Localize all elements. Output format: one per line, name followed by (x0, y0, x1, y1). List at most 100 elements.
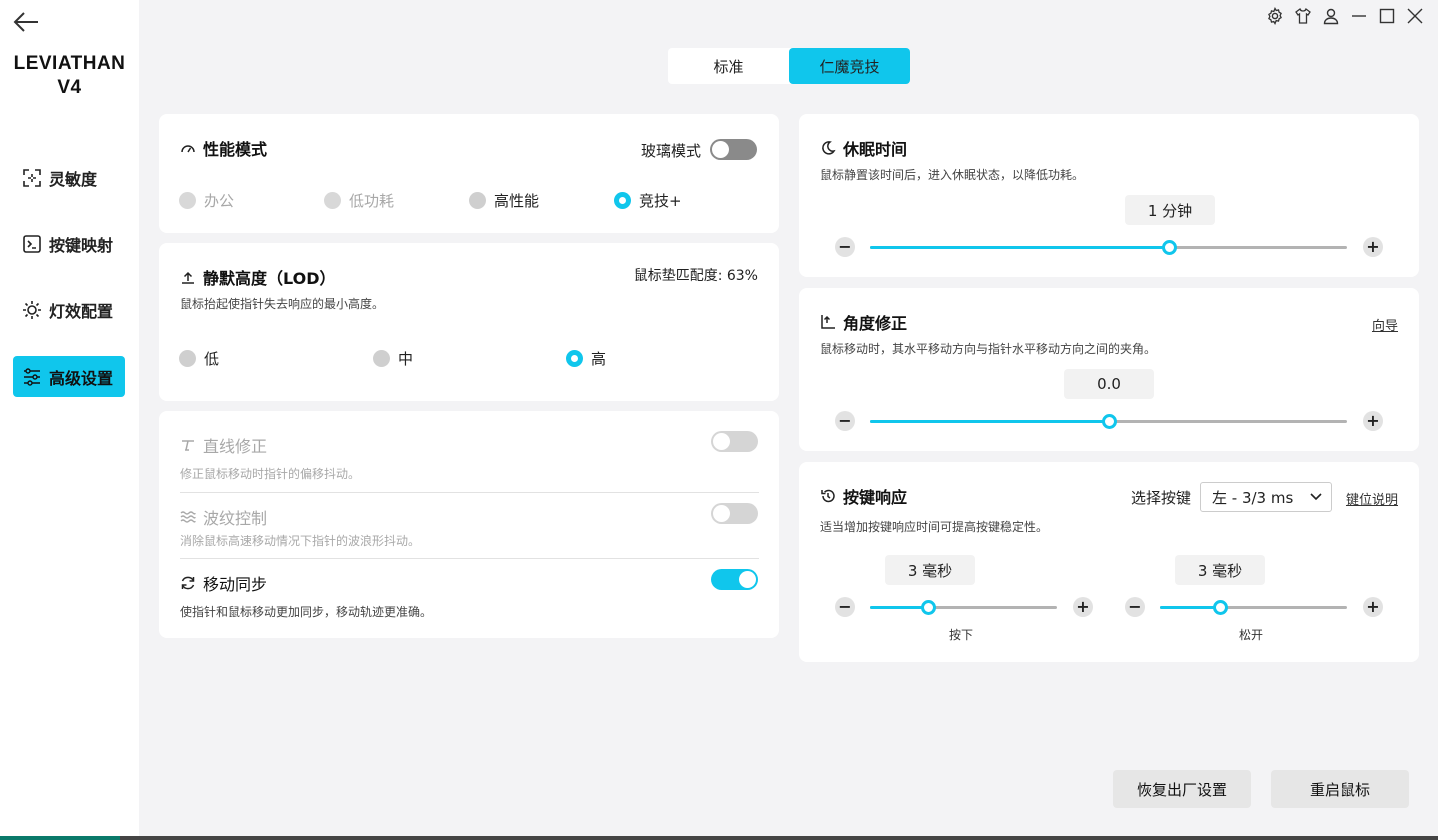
slider-knob[interactable] (1101, 414, 1117, 429)
motion-sync-title: 移动同步 (180, 571, 267, 595)
tab-competitive[interactable]: 仁魔竞技 (789, 48, 910, 84)
taskbar-accent (0, 836, 120, 840)
sleep-increase-button[interactable]: + (1363, 237, 1383, 257)
mousepad-match: 鼠标垫匹配度: 63% (633, 268, 758, 284)
sleep-card: 休眠时间 鼠标静置该时间后，进入休眠状态，以降低功耗。 1 分钟 − + (799, 114, 1419, 277)
press-decrease-button[interactable]: − (835, 597, 855, 617)
minimize-icon[interactable] (1350, 7, 1368, 25)
press-slider[interactable] (870, 600, 1057, 615)
chevron-down-icon (1310, 493, 1322, 501)
lod-title-text: 静默高度（LOD） (203, 269, 336, 288)
nav-label: 灵敏度 (49, 169, 98, 189)
perf-option-office[interactable]: 办公 (179, 190, 234, 211)
angle-decrease-button[interactable]: − (835, 411, 855, 431)
key-description-link[interactable]: 键位说明 (1346, 489, 1398, 508)
angle-title-text: 角度修正 (843, 314, 908, 333)
history-clock-icon (821, 489, 835, 503)
sidebar: LEVIATHAN V4 灵敏度 按键映射 灯效配置 高级设置 (0, 0, 139, 840)
restart-mouse-button[interactable]: 重启鼠标 (1271, 770, 1409, 808)
sleep-decrease-button[interactable]: − (835, 237, 855, 257)
gear-icon[interactable] (1266, 7, 1284, 25)
maximize-icon[interactable] (1378, 7, 1396, 25)
speedometer-icon (181, 145, 195, 153)
taskbar-edge (0, 836, 1438, 840)
perf-option-label: 高性能 (494, 192, 540, 210)
motion-sync-desc: 使指针和鼠标移动更加同步，移动轨迹更准确。 (180, 605, 433, 619)
release-slider[interactable] (1160, 600, 1347, 615)
sensitivity-icon (23, 168, 41, 187)
lod-card: 静默高度（LOD） 鼠标垫匹配度: 63% 鼠标抬起使指针失去响应的最小高度。 … (159, 243, 779, 401)
moon-icon (822, 141, 836, 155)
light-icon (23, 300, 41, 319)
sleep-slider[interactable] (870, 240, 1347, 255)
press-value: 3 毫秒 (885, 555, 975, 585)
release-decrease-button[interactable]: − (1125, 597, 1145, 617)
slider-fill (1160, 606, 1220, 609)
angle-guide-link[interactable]: 向导 (1372, 315, 1398, 334)
nav-label: 按键映射 (49, 235, 114, 255)
slider-knob[interactable] (920, 600, 936, 615)
ripple-title-text: 波纹控制 (203, 509, 268, 528)
lod-option-high[interactable]: 高 (566, 348, 606, 369)
sleep-title: 休眠时间 (820, 136, 907, 160)
angle-card: 角度修正 向导 鼠标移动时，其水平移动方向与指针水平移动方向之间的夹角。 0.0… (799, 288, 1419, 451)
lod-option-label: 低 (204, 350, 220, 368)
nav-label: 高级设置 (49, 368, 114, 388)
keymap-icon (23, 234, 41, 253)
window-controls (1256, 6, 1424, 26)
release-value: 3 毫秒 (1175, 555, 1265, 585)
tab-standard[interactable]: 标准 (668, 48, 789, 84)
ripple-desc: 消除鼠标高速移动情况下指针的波浪形抖动。 (180, 534, 421, 548)
sleep-title-text: 休眠时间 (843, 140, 908, 159)
key-select-value: 左 - 3/3 ms (1212, 488, 1294, 507)
divider (180, 558, 759, 559)
perf-option-label: 竞技+ (639, 192, 682, 210)
nav-advanced-settings[interactable]: 高级设置 (13, 356, 125, 397)
press-increase-button[interactable]: + (1073, 597, 1093, 617)
slider-knob[interactable] (1162, 240, 1178, 255)
angle-desc: 鼠标移动时，其水平移动方向与指针水平移动方向之间的夹角。 (820, 342, 1157, 356)
perf-option-competitive-plus[interactable]: 竞技+ (614, 190, 682, 211)
sync-icon (181, 576, 195, 590)
lod-desc: 鼠标抬起使指针失去响应的最小高度。 (180, 297, 385, 311)
nav-lighting[interactable]: 灯效配置 (13, 289, 125, 330)
key-select-dropdown[interactable]: 左 - 3/3 ms (1200, 482, 1332, 512)
response-title-text: 按键响应 (843, 488, 908, 507)
straight-title: 直线修正 (180, 433, 267, 457)
factory-reset-button[interactable]: 恢复出厂设置 (1113, 770, 1251, 808)
lod-option-low[interactable]: 低 (179, 348, 219, 369)
slider-knob[interactable] (1212, 600, 1228, 615)
shirt-icon[interactable] (1294, 7, 1312, 25)
nav-keymap[interactable]: 按键映射 (13, 223, 125, 264)
radio-dot (179, 192, 196, 209)
nav-sensitivity[interactable]: 灵敏度 (13, 157, 125, 198)
mode-tabs: 标准 仁魔竞技 (668, 48, 910, 84)
angle-increase-button[interactable]: + (1363, 411, 1383, 431)
sleep-value: 1 分钟 (1125, 195, 1215, 225)
motion-sync-title-text: 移动同步 (203, 575, 268, 594)
angle-slider[interactable] (870, 414, 1347, 429)
lod-option-label: 中 (398, 350, 414, 368)
close-icon[interactable] (1406, 7, 1424, 25)
radio-dot (373, 350, 390, 367)
glass-mode-toggle[interactable] (710, 139, 757, 160)
lod-option-mid[interactable]: 中 (373, 348, 413, 369)
performance-title: 性能模式 (180, 136, 267, 160)
release-increase-button[interactable]: + (1363, 597, 1383, 617)
back-arrow-icon[interactable] (12, 10, 40, 34)
lod-title: 静默高度（LOD） (180, 265, 336, 289)
user-icon[interactable] (1322, 7, 1340, 25)
perf-option-label: 低功耗 (349, 192, 395, 210)
motion-sync-toggle[interactable] (711, 569, 758, 590)
upload-height-icon (182, 271, 194, 284)
straight-toggle[interactable] (711, 431, 758, 452)
product-name-line1: LEVIATHAN (13, 53, 126, 74)
radio-dot (566, 350, 583, 367)
slider-fill (870, 420, 1109, 423)
ripple-toggle[interactable] (711, 503, 758, 524)
perf-option-low-power[interactable]: 低功耗 (324, 190, 394, 211)
product-name: LEVIATHAN V4 (0, 52, 139, 100)
glass-mode-label: 玻璃模式 (641, 142, 702, 160)
divider (180, 492, 759, 493)
perf-option-high[interactable]: 高性能 (469, 190, 539, 211)
